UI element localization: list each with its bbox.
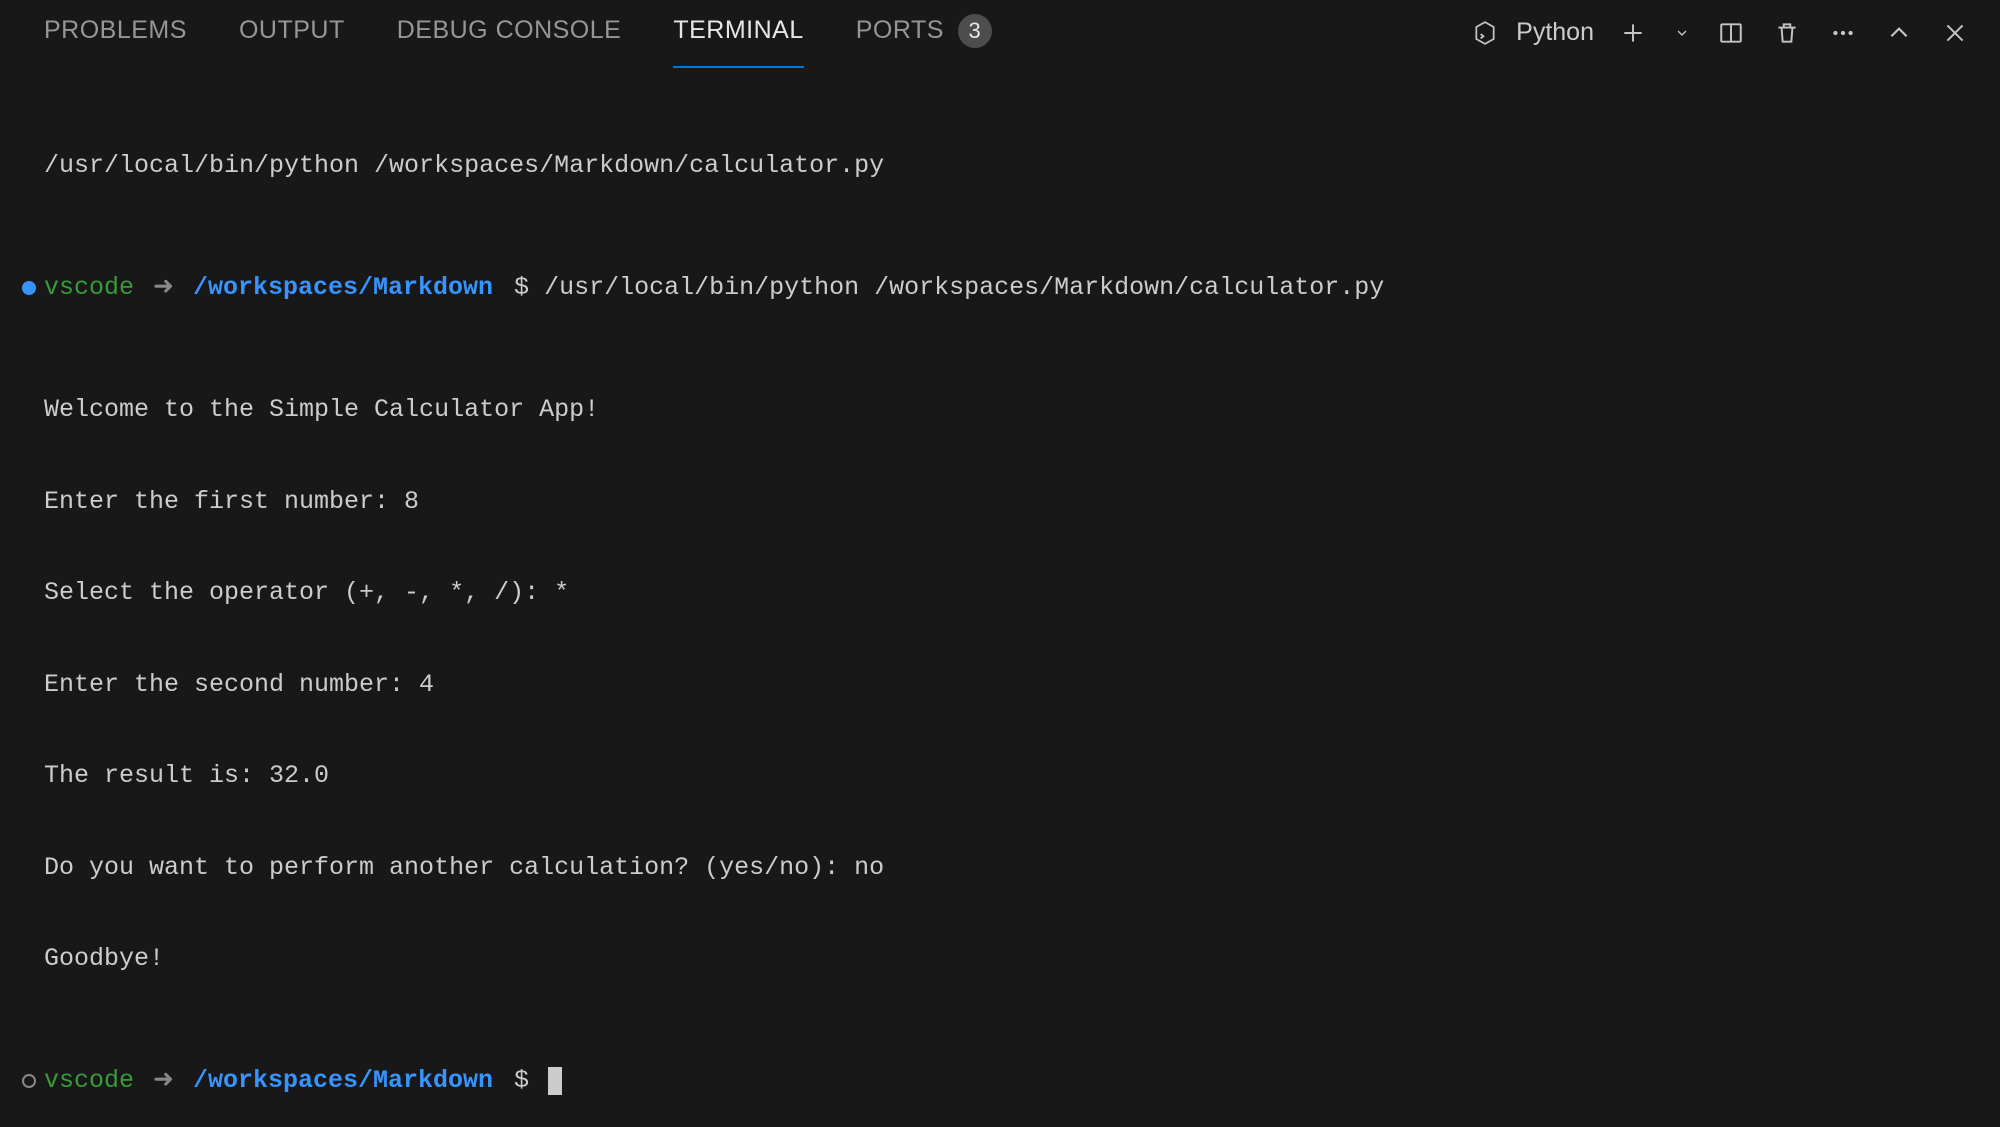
terminal-line: /usr/local/bin/python /workspaces/Markdo… bbox=[44, 151, 884, 182]
ports-badge: 3 bbox=[958, 14, 992, 48]
terminal-line: The result is: 32.0 bbox=[44, 761, 329, 792]
tab-ports[interactable]: PORTS 3 bbox=[856, 14, 992, 52]
split-terminal-button[interactable] bbox=[1714, 16, 1748, 50]
tab-output[interactable]: OUTPUT bbox=[239, 16, 345, 49]
terminal-line: Welcome to the Simple Calculator App! bbox=[44, 395, 599, 426]
terminal-actions: Python bbox=[1468, 16, 1972, 50]
command-pending-indicator-icon bbox=[22, 1074, 36, 1088]
tab-debug-console[interactable]: DEBUG CONSOLE bbox=[397, 16, 622, 49]
tab-problems-label: PROBLEMS bbox=[44, 16, 187, 45]
terminal-line: Goodbye! bbox=[44, 944, 164, 975]
terminal-type-label: Python bbox=[1516, 18, 1594, 47]
tab-problems[interactable]: PROBLEMS bbox=[44, 16, 187, 49]
prompt-user: vscode bbox=[44, 1066, 134, 1097]
panel-header: PROBLEMS OUTPUT DEBUG CONSOLE TERMINAL P… bbox=[0, 0, 2000, 66]
tab-output-label: OUTPUT bbox=[239, 16, 345, 45]
terminal-line: Enter the second number: 4 bbox=[44, 670, 434, 701]
terminal-line: Enter the first number: 8 bbox=[44, 487, 419, 518]
tab-terminal[interactable]: TERMINAL bbox=[673, 16, 803, 49]
prompt-path: /workspaces/Markdown bbox=[193, 273, 493, 304]
command-success-indicator-icon bbox=[22, 281, 36, 295]
more-actions-button[interactable] bbox=[1826, 16, 1860, 50]
terminal-cursor bbox=[548, 1067, 562, 1095]
terminal-type[interactable]: Python bbox=[1468, 16, 1594, 50]
terminal-line: Do you want to perform another calculati… bbox=[44, 853, 884, 884]
terminal-line: Select the operator (+, -, *, /): * bbox=[44, 578, 569, 609]
prompt-path: /workspaces/Markdown bbox=[193, 1066, 493, 1097]
prompt-command: /usr/local/bin/python /workspaces/Markdo… bbox=[544, 273, 1384, 304]
launch-profile-button[interactable] bbox=[1672, 16, 1692, 50]
kill-terminal-button[interactable] bbox=[1770, 16, 1804, 50]
tab-ports-label: PORTS bbox=[856, 16, 944, 45]
prompt-arrow-icon: ➜ bbox=[134, 1066, 193, 1097]
new-terminal-button[interactable] bbox=[1616, 16, 1650, 50]
maximize-panel-button[interactable] bbox=[1882, 16, 1916, 50]
panel-tabs: PROBLEMS OUTPUT DEBUG CONSOLE TERMINAL P… bbox=[44, 14, 992, 52]
terminal-output[interactable]: /usr/local/bin/python /workspaces/Markdo… bbox=[0, 66, 2000, 1127]
prompt-arrow-icon: ➜ bbox=[134, 273, 193, 304]
tab-terminal-label: TERMINAL bbox=[673, 16, 803, 45]
prompt-user: vscode bbox=[44, 273, 134, 304]
python-shell-icon bbox=[1468, 16, 1502, 50]
prompt-sigil: $ bbox=[493, 273, 544, 304]
close-panel-button[interactable] bbox=[1938, 16, 1972, 50]
prompt-sigil: $ bbox=[493, 1066, 544, 1097]
tab-debug-console-label: DEBUG CONSOLE bbox=[397, 16, 622, 45]
